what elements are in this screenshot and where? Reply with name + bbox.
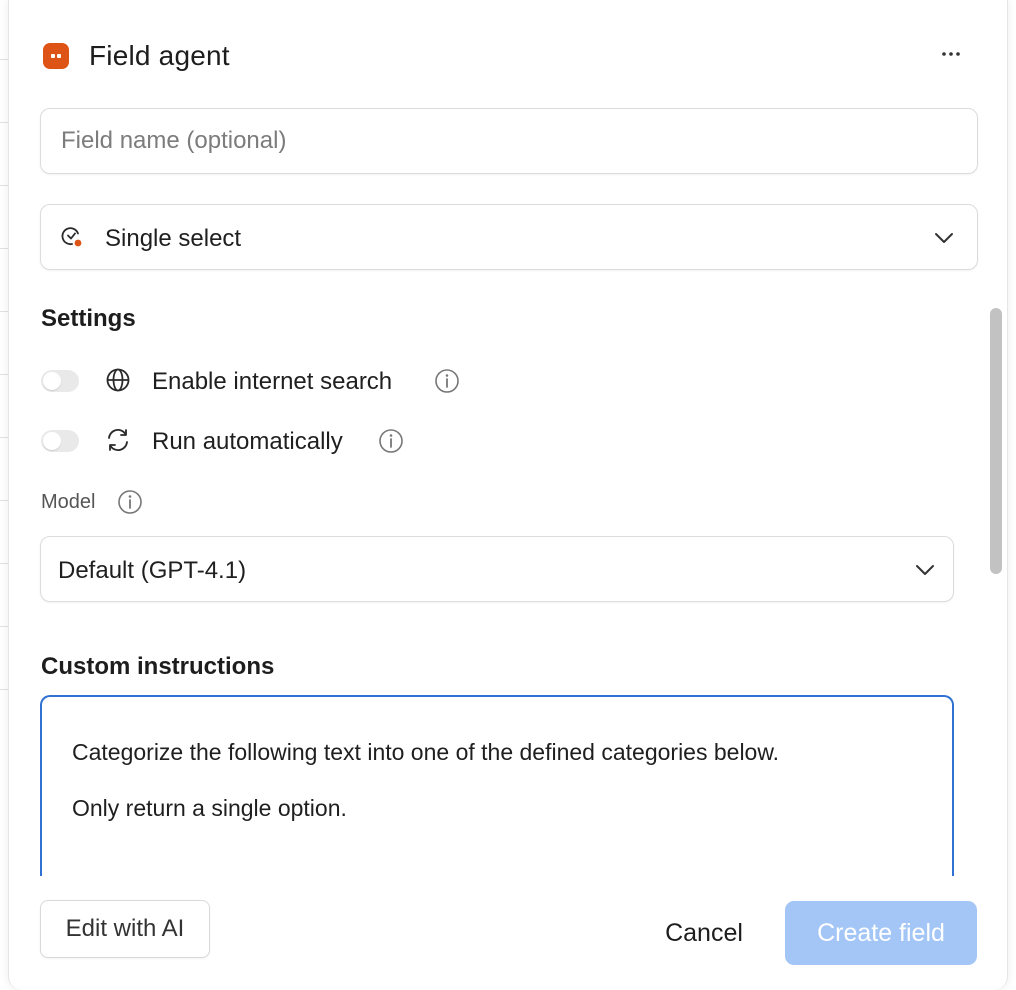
chevron-down-icon <box>935 233 953 243</box>
panel-header: Field agent <box>43 38 230 74</box>
field-agent-panel: Field agent Single select Settings Enabl… <box>8 0 1008 990</box>
panel-title: Field agent <box>89 40 230 71</box>
chevron-down-icon <box>916 565 934 575</box>
field-type-select[interactable]: Single select <box>40 204 978 270</box>
more-horizontal-icon <box>942 52 960 56</box>
create-field-button[interactable]: Create field <box>785 901 977 965</box>
toggle-knob <box>43 432 61 450</box>
field-type-value: Single select <box>105 225 242 252</box>
internet-search-toggle[interactable] <box>41 370 79 392</box>
custom-instructions-heading: Custom instructions <box>41 653 275 680</box>
globe-icon <box>106 368 130 392</box>
internet-search-label: Enable internet search <box>152 368 393 395</box>
model-value: Default (GPT-4.1) <box>58 557 247 584</box>
toggle-knob <box>43 372 61 390</box>
settings-heading: Settings <box>41 305 136 332</box>
edit-with-ai-button[interactable]: Edit with AI <box>40 900 210 958</box>
field-agent-icon <box>43 43 69 69</box>
model-select[interactable]: Default (GPT-4.1) <box>40 536 954 602</box>
run-automatically-label: Run automatically <box>152 428 343 455</box>
instruction-line: Categorize the following text into one o… <box>72 739 780 765</box>
more-options-button[interactable] <box>935 40 967 68</box>
info-icon[interactable] <box>117 489 143 515</box>
single-select-icon <box>61 227 82 247</box>
info-icon[interactable] <box>434 368 460 394</box>
field-name-input[interactable] <box>41 109 977 173</box>
custom-instructions-editor[interactable]: Categorize the following text into one o… <box>40 695 954 895</box>
field-name-container <box>40 108 978 174</box>
refresh-icon <box>108 429 128 451</box>
info-icon[interactable] <box>378 428 404 454</box>
scrollbar-thumb[interactable] <box>990 308 1002 574</box>
cancel-button[interactable]: Cancel <box>649 904 759 962</box>
model-label: Model <box>41 491 96 513</box>
instruction-line: Only return a single option. <box>72 795 347 821</box>
run-automatically-toggle[interactable] <box>41 430 79 452</box>
